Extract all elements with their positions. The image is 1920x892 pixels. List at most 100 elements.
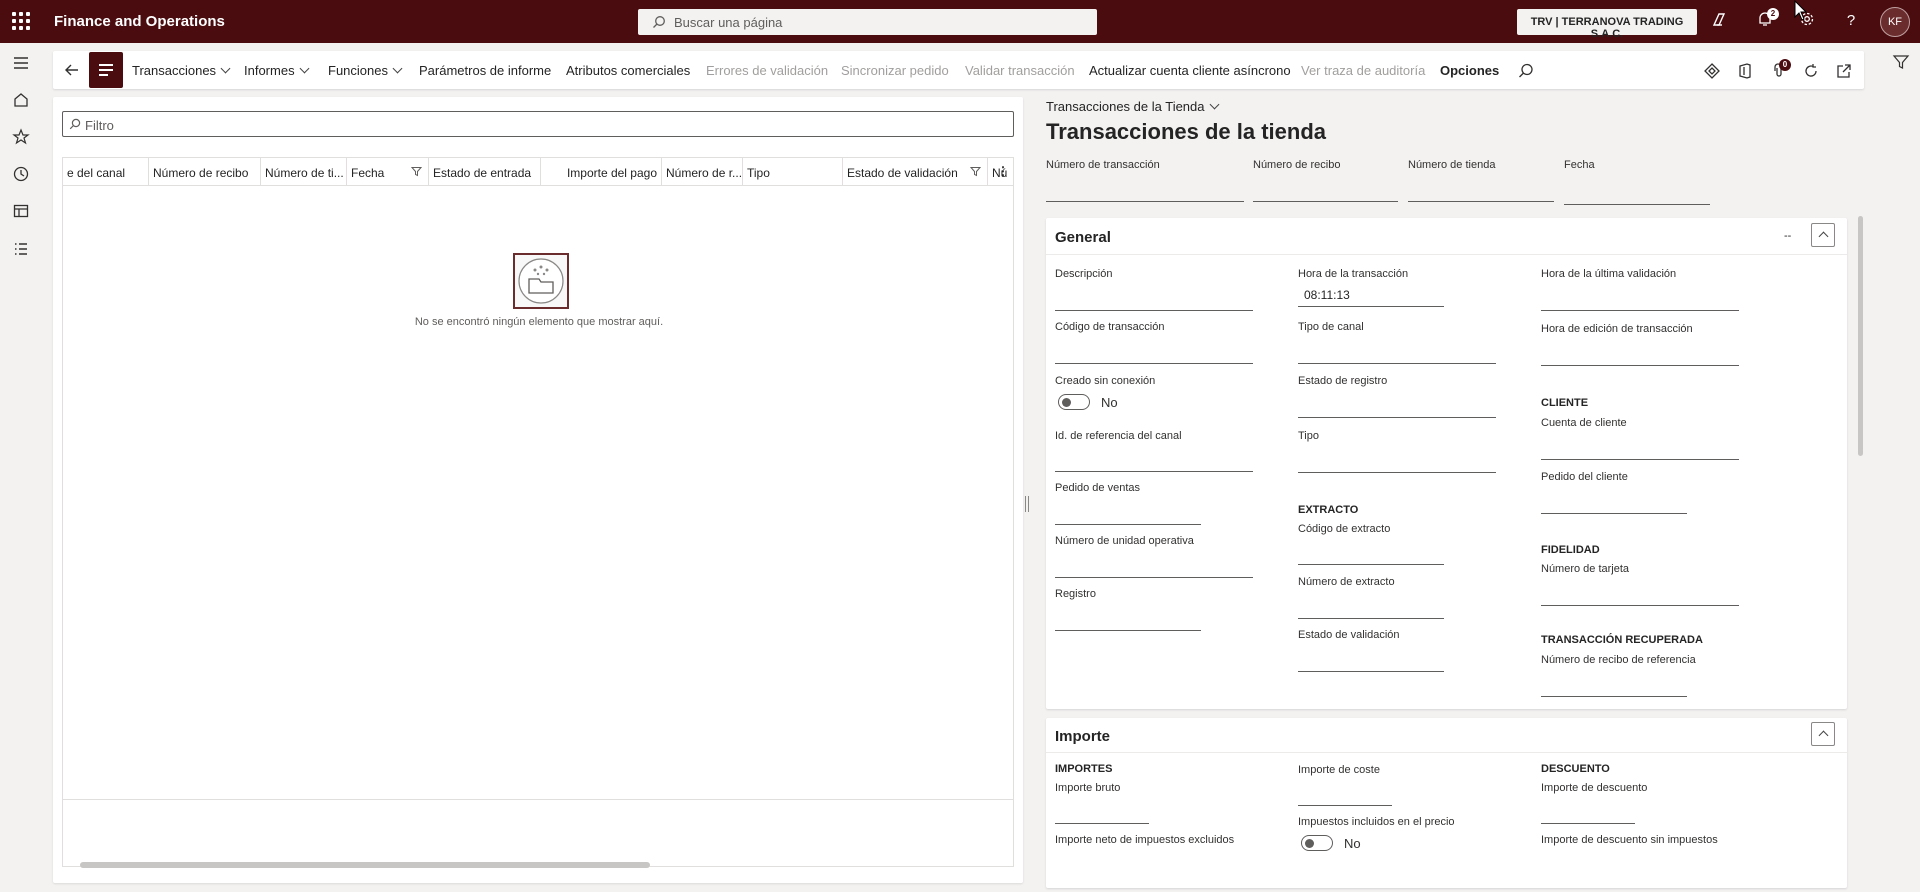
errores-validacion-button[interactable]: Errores de validación [706, 63, 828, 78]
column-filter-icon[interactable] [970, 166, 981, 177]
column-filter-icon[interactable] [411, 166, 422, 177]
column-header[interactable]: Importe del pago [541, 158, 662, 186]
pedido-cliente-field[interactable] [1541, 513, 1687, 514]
app-launcher-icon[interactable] [10, 10, 32, 32]
transacciones-menu[interactable]: Transacciones [132, 63, 231, 78]
importe-fasttab-header[interactable]: Importe [1055, 728, 1110, 745]
chevron-down-icon [392, 63, 403, 74]
copilot-icon[interactable] [1709, 11, 1729, 31]
opciones-tab[interactable]: Opciones [1440, 63, 1499, 78]
right-rail [1882, 43, 1920, 892]
estado-validacion-field[interactable] [1298, 671, 1444, 672]
transaccion-recuperada-section: TRANSACCIÓN RECUPERADA [1541, 634, 1703, 646]
actualizar-cuenta-button[interactable]: Actualizar cuenta cliente asíncrono [1089, 63, 1291, 78]
header-field-input[interactable] [1564, 204, 1710, 205]
registro-field[interactable] [1055, 630, 1201, 631]
user-avatar[interactable]: KF [1880, 7, 1910, 37]
estado-registro-field[interactable] [1298, 417, 1496, 418]
column-header[interactable]: Número de r... [662, 158, 743, 186]
column-header-fecha[interactable]: Fecha [347, 158, 429, 186]
list-filter-input[interactable]: Filtro [62, 111, 1014, 137]
hora-transaccion-value: 08:11:13 [1304, 288, 1350, 302]
column-header-label: Fecha [351, 166, 385, 180]
column-header[interactable]: Número de ti... [261, 158, 347, 186]
pane-splitter-handle[interactable] [1025, 496, 1029, 512]
power-apps-icon[interactable] [1703, 62, 1721, 80]
numero-recibo-referencia-field[interactable] [1541, 696, 1687, 697]
column-header[interactable]: Estado de entrada [429, 158, 541, 186]
filter-placeholder: Filtro [85, 118, 114, 133]
creado-sin-conexion-label: Creado sin conexión [1055, 375, 1156, 387]
column-header[interactable]: Nú ⋮ [988, 158, 1013, 186]
codigo-extracto-label: Código de extracto [1298, 523, 1391, 535]
attachments-count-badge: 0 [1779, 59, 1791, 71]
tipo-label: Tipo [1298, 430, 1319, 442]
importe-coste-field[interactable] [1298, 805, 1392, 806]
creado-sin-conexion-toggle[interactable] [1058, 394, 1090, 410]
attachments-icon[interactable]: 0 [1769, 59, 1791, 80]
modules-list-icon[interactable] [11, 239, 31, 259]
tipo-canal-field[interactable] [1298, 363, 1496, 364]
importe-descuento-label: Importe de descuento [1541, 782, 1648, 794]
header-field-input[interactable] [1253, 201, 1398, 202]
recent-clock-icon[interactable] [11, 164, 31, 184]
numero-unidad-operativa-field[interactable] [1055, 577, 1253, 578]
hamburger-menu-icon[interactable] [11, 53, 31, 73]
impuestos-incluidos-toggle[interactable] [1301, 835, 1333, 851]
cuenta-cliente-label: Cuenta de cliente [1541, 417, 1627, 429]
parametros-informe-button[interactable]: Parámetros de informe [419, 63, 551, 78]
header-field-input[interactable] [1046, 201, 1244, 202]
workspaces-icon[interactable] [11, 201, 31, 221]
hora-transaccion-field[interactable] [1298, 306, 1444, 307]
column-header[interactable]: Número de recibo [149, 158, 261, 186]
cuenta-cliente-field[interactable] [1541, 459, 1739, 460]
importe-bruto-field[interactable] [1055, 823, 1149, 824]
column-header[interactable]: Tipo [743, 158, 843, 186]
numero-extracto-label: Número de extracto [1298, 576, 1395, 588]
codigo-transaccion-field[interactable] [1055, 363, 1253, 364]
transactions-grid: e del canal Número de recibo Número de t… [62, 157, 1014, 867]
pedido-ventas-field[interactable] [1055, 524, 1201, 525]
fasttab-summary: -- [1784, 230, 1792, 242]
ver-traza-auditoria-button[interactable]: Ver traza de auditoría [1301, 63, 1425, 78]
view-selector[interactable]: Transacciones de la Tienda [1046, 99, 1219, 114]
notifications-icon[interactable]: 2 [1755, 8, 1779, 31]
more-options-icon[interactable]: ⋮ [997, 164, 1009, 178]
importe-descuento-field[interactable] [1541, 823, 1635, 824]
id-referencia-canal-field[interactable] [1055, 471, 1253, 472]
filter-pane-icon[interactable] [1892, 53, 1910, 71]
funciones-menu[interactable]: Funciones [328, 63, 403, 78]
general-fasttab-header[interactable]: General [1055, 229, 1111, 246]
informes-menu[interactable]: Informes [244, 63, 310, 78]
open-new-window-icon[interactable] [1835, 62, 1853, 80]
collapse-importe-button[interactable] [1811, 722, 1835, 746]
list-menu-button[interactable] [89, 52, 123, 88]
descripcion-field[interactable] [1055, 310, 1253, 311]
company-picker[interactable]: TRV | TERRANOVA TRADING S.A.C. [1517, 9, 1697, 40]
hora-ultima-validacion-field[interactable] [1541, 310, 1739, 311]
horizontal-scrollbar[interactable] [80, 862, 650, 868]
office-icon[interactable] [1736, 62, 1754, 80]
refresh-icon[interactable] [1802, 62, 1820, 80]
help-icon[interactable]: ? [1841, 11, 1861, 31]
tipo-field[interactable] [1298, 472, 1496, 473]
favorites-star-icon[interactable] [11, 127, 31, 147]
page-search-input[interactable]: Buscar una página [638, 9, 1097, 35]
column-header-estado-validacion[interactable]: Estado de validación [843, 158, 988, 186]
collapse-general-button[interactable] [1811, 223, 1835, 247]
codigo-extracto-field[interactable] [1298, 564, 1444, 565]
hora-edicion-field[interactable] [1541, 365, 1739, 366]
header-field-input[interactable] [1408, 201, 1554, 202]
atributos-comerciales-button[interactable]: Atributos comerciales [566, 63, 690, 78]
app-name[interactable]: Finance and Operations [54, 13, 225, 30]
sincronizar-pedido-button[interactable]: Sincronizar pedido [841, 63, 949, 78]
detail-vertical-scrollbar[interactable] [1858, 216, 1863, 456]
numero-extracto-field[interactable] [1298, 618, 1444, 619]
numero-tarjeta-field[interactable] [1541, 605, 1739, 606]
back-arrow-icon[interactable] [63, 61, 81, 79]
validar-transaccion-button[interactable]: Validar transacción [965, 63, 1075, 78]
search-icon[interactable] [1517, 62, 1535, 80]
home-icon[interactable] [11, 90, 31, 110]
column-header[interactable]: e del canal [63, 158, 149, 186]
pedido-cliente-label: Pedido del cliente [1541, 471, 1628, 483]
